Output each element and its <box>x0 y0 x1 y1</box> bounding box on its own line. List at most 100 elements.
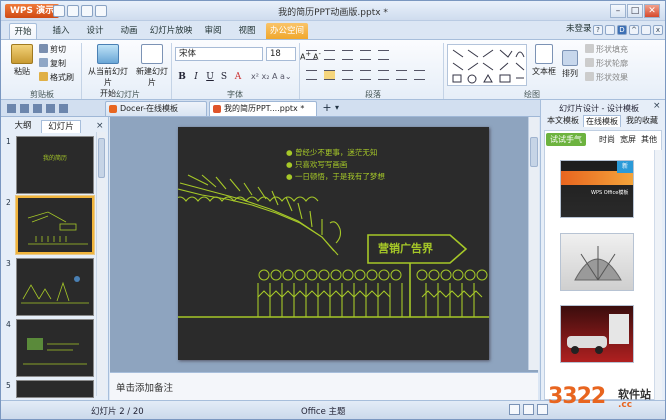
tab-office-space[interactable]: 办公空间 <box>266 23 308 39</box>
increase-indent-icon[interactable] <box>360 50 371 60</box>
new-tab-button[interactable]: + <box>320 102 334 115</box>
filter-fashion[interactable]: 时尚 <box>599 134 615 145</box>
align-center-icon[interactable] <box>324 70 335 80</box>
sign-text: 营销广告界 <box>378 242 433 255</box>
slide-thumbnail-4[interactable] <box>16 319 94 377</box>
docer-icon[interactable]: D <box>617 25 627 35</box>
slides-pane-scrollbar[interactable] <box>96 132 106 396</box>
strikethrough-button[interactable]: S <box>218 71 230 83</box>
collapse-ribbon-icon[interactable]: ^ <box>629 25 639 35</box>
distribute-icon[interactable] <box>378 70 389 80</box>
decrease-indent-icon[interactable] <box>342 50 353 60</box>
template-thumbnail-2[interactable] <box>560 233 634 291</box>
template-list-scrollbar[interactable] <box>654 150 662 400</box>
close-pane-icon[interactable]: × <box>96 121 104 131</box>
scroll-thumb[interactable] <box>530 137 538 167</box>
play-slide-icon <box>97 44 119 64</box>
bullet-list-icon[interactable] <box>306 50 317 60</box>
close-pane-icon[interactable]: × <box>653 101 661 111</box>
underline-button[interactable]: U <box>204 71 216 83</box>
textbox-button[interactable]: 文本框 <box>531 44 557 77</box>
doc-strip-icons <box>7 104 68 113</box>
tab-slideshow[interactable]: 幻灯片放映 <box>147 23 195 39</box>
italic-button[interactable]: I <box>190 71 202 83</box>
align-left-icon[interactable] <box>306 70 317 80</box>
group-label-font: 字体 <box>227 90 243 99</box>
car-illustration <box>567 314 629 354</box>
text-direction-icon[interactable] <box>396 70 407 80</box>
brush-icon <box>39 72 48 81</box>
doc-strip-toolbar-icons[interactable] <box>7 103 77 114</box>
tab-review[interactable]: 审阅 <box>199 23 227 39</box>
tab-outline[interactable]: 大纲 <box>7 120 39 133</box>
tab-slides[interactable]: 幻灯片 <box>41 120 81 133</box>
thumbnail-title: 我的简历 <box>42 155 67 162</box>
slideshow-view-icon[interactable] <box>537 404 548 415</box>
pane-title: 幻灯片设计 - 设计模板 <box>559 104 639 113</box>
shape-outline-button[interactable]: 形状轮廓 <box>585 58 628 69</box>
tab-design[interactable]: 设计 <box>81 23 109 39</box>
tab-local-templates[interactable]: 本文模板 <box>544 115 582 127</box>
textbox-icon <box>535 44 553 64</box>
minimize-button[interactable]: – <box>610 4 626 18</box>
slide-number: 1 <box>6 137 11 146</box>
new-slide-button[interactable]: 新建幻灯片 <box>135 44 169 88</box>
restore-icon[interactable] <box>641 25 651 35</box>
scroll-thumb[interactable] <box>98 138 105 178</box>
format-painter-button[interactable]: 格式刷 <box>39 72 74 83</box>
maximize-button[interactable]: □ <box>627 4 643 18</box>
tab-animation[interactable]: 动画 <box>115 23 143 39</box>
slide-thumbnail-1[interactable]: 我的简历 <box>16 136 94 194</box>
slide-thumbnail-2[interactable] <box>16 196 94 254</box>
slide-vertical-scrollbar[interactable] <box>528 117 539 370</box>
ribbon: 粘贴 剪切 复制 格式刷 剪贴板 从当前幻灯片 开始 新建幻灯片 幻灯片 宋体 … <box>1 39 665 100</box>
shapes-gallery[interactable] <box>447 44 527 86</box>
font-color-button[interactable]: A <box>232 71 244 83</box>
slide-thumbnail-3[interactable] <box>16 258 94 316</box>
slide-counter: 幻灯片 2 / 20 <box>91 407 144 417</box>
tab-view[interactable]: 视图 <box>233 23 261 39</box>
close-button[interactable]: ✕ <box>644 4 660 18</box>
skin-icon[interactable] <box>605 25 615 35</box>
tab-insert[interactable]: 插入 <box>47 23 75 39</box>
template-thumbnail-1[interactable]: WPS Office模板 新 <box>560 160 634 218</box>
font-size-select[interactable]: 18 <box>266 47 296 61</box>
doc-tab-resume[interactable]: 我的简历PPT....pptx * <box>209 101 317 116</box>
tab-online-templates[interactable]: 在线模板 <box>583 115 621 127</box>
paste-button[interactable]: 粘贴 <box>7 44 37 77</box>
close-doc-icon[interactable]: x <box>653 25 663 35</box>
align-right-icon[interactable] <box>342 70 353 80</box>
filter-other[interactable]: 其他 <box>641 134 657 145</box>
bold-button[interactable]: B <box>176 71 188 83</box>
cut-button[interactable]: 剪切 <box>39 44 66 55</box>
justify-icon[interactable] <box>360 70 371 80</box>
shape-effect-button[interactable]: 形状效果 <box>585 72 628 83</box>
outline-icon <box>585 58 594 67</box>
shape-fill-button[interactable]: 形状填充 <box>585 44 628 55</box>
filter-widescreen[interactable]: 宽屏 <box>620 134 636 145</box>
tab-home[interactable]: 开始 <box>9 23 37 39</box>
thumbnail-art <box>23 338 87 365</box>
arrange-button[interactable]: 排列 <box>559 50 581 79</box>
line-spacing-icon[interactable] <box>378 50 389 60</box>
login-status[interactable]: 未登录 <box>566 22 592 34</box>
columns-icon[interactable] <box>414 70 425 80</box>
sorter-view-icon[interactable] <box>523 404 534 415</box>
shapes-gallery-icons <box>452 49 525 84</box>
copy-button[interactable]: 复制 <box>39 58 66 69</box>
slide-thumbnail-5[interactable] <box>16 380 94 398</box>
ppt-tab-icon <box>213 105 221 113</box>
current-slide[interactable]: ● 曾经少不更事，迷茫无知 ● 只喜欢写写画画 ● 一日顿悟，于是我有了梦想 营… <box>178 127 489 360</box>
template-thumbnail-3[interactable] <box>560 305 634 363</box>
help-icon[interactable]: ? <box>593 25 603 35</box>
normal-view-icon[interactable] <box>509 404 520 415</box>
random-template-badge[interactable]: 试试手气 <box>546 133 586 146</box>
notes-pane[interactable]: 单击添加备注 <box>110 372 538 400</box>
slide-number: 2 <box>6 198 11 207</box>
doc-tab-docer[interactable]: Docer-在线模板 <box>105 101 207 116</box>
tab-list-chevron-icon[interactable]: ▾ <box>335 102 345 115</box>
font-extra-buttons[interactable]: x² x₂ A a⌄ <box>251 71 292 82</box>
tab-my-favorites[interactable]: 我的收藏 <box>622 115 662 127</box>
numbered-list-icon[interactable] <box>324 50 335 60</box>
font-name-select[interactable]: 宋体 <box>175 47 263 61</box>
